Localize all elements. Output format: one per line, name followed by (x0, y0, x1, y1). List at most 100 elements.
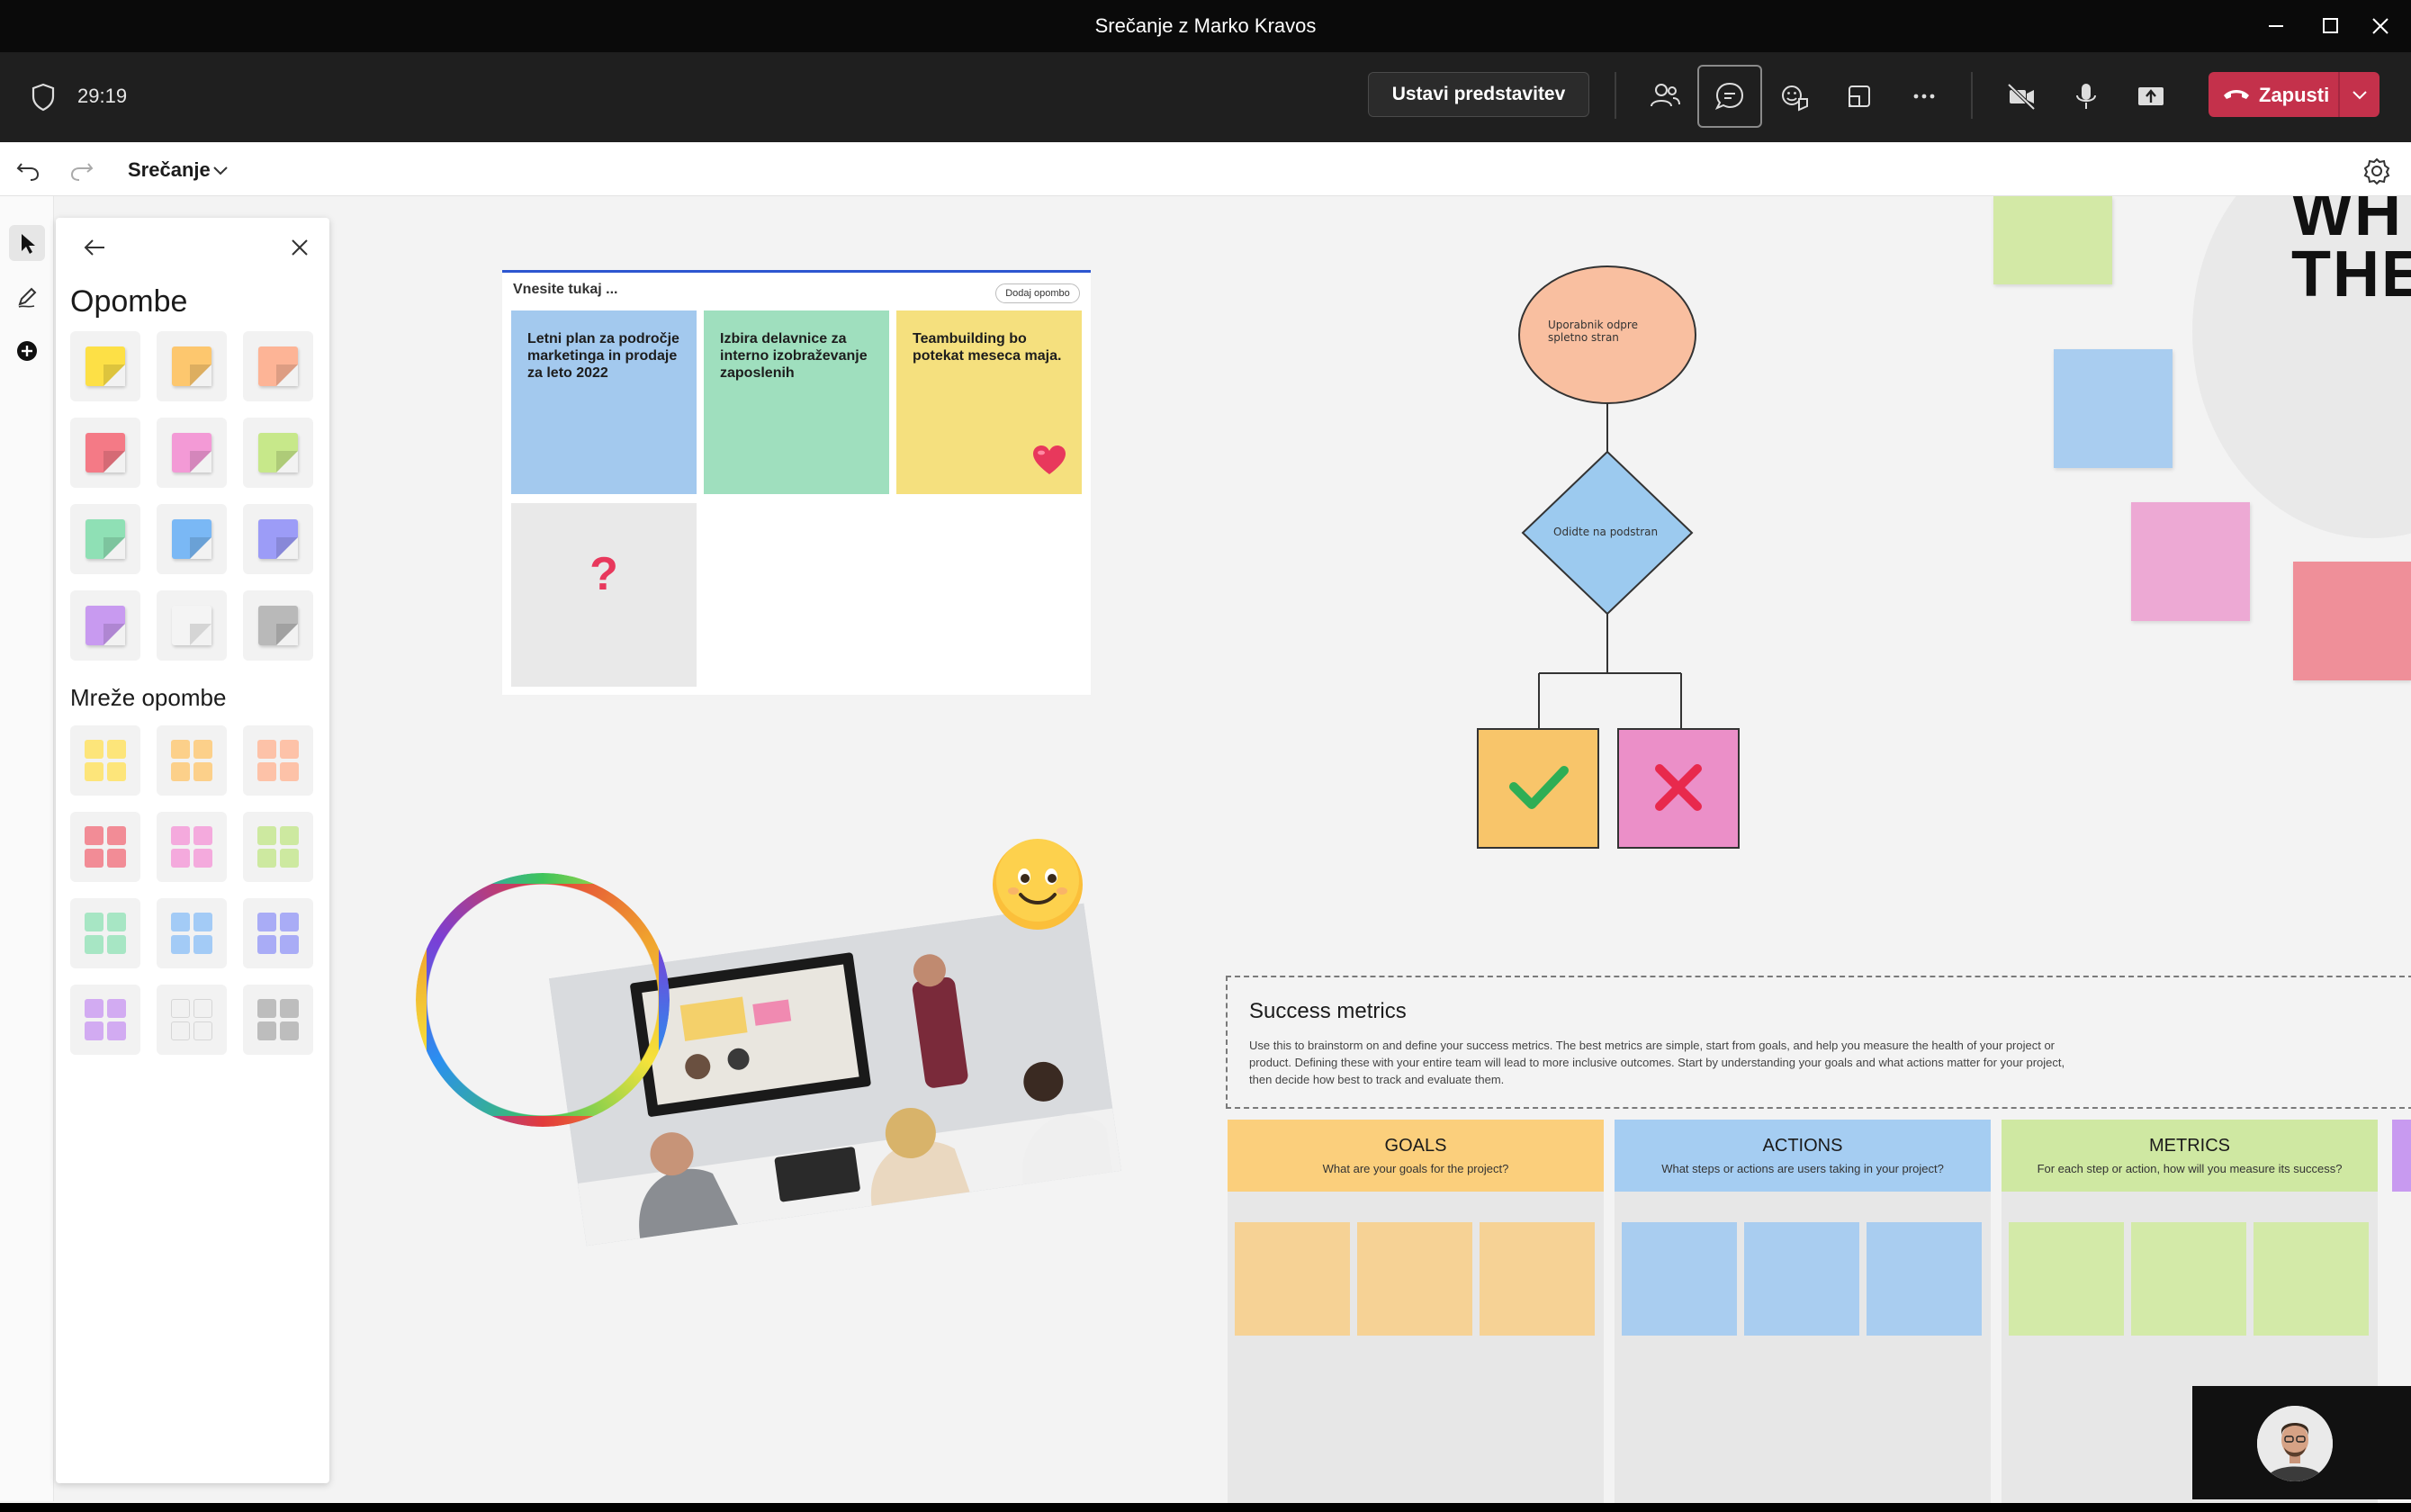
notes-board[interactable]: Vnesite tukaj ... Dodaj opombo Letni pla… (502, 270, 1091, 695)
sticky-note-icon (172, 346, 211, 386)
note-grid-swatch[interactable] (243, 898, 313, 968)
people-icon[interactable] (1633, 72, 1697, 121)
note-grid-icon (257, 913, 299, 954)
notes-board-title[interactable]: Vnesite tukaj ... (513, 282, 617, 298)
sticky-note-icon (172, 519, 211, 559)
sticky-note[interactable] (2131, 1222, 2246, 1336)
question-mark-text: ? (589, 548, 618, 600)
sticky-note-icon (85, 519, 125, 559)
stop-presenting-button[interactable]: Ustavi predstavitev (1368, 72, 1589, 117)
note-color-swatch[interactable] (157, 418, 227, 488)
note-grid-swatch[interactable] (157, 812, 227, 882)
meeting-toolbar: 29:19 Ustavi predstavitev Zapusti (0, 52, 2411, 142)
metrics-column[interactable]: ACTIONS What steps or actions are users t… (1615, 1120, 1991, 1503)
add-note-button[interactable]: Dodaj opombo (995, 284, 1080, 303)
note-color-swatch[interactable] (157, 331, 227, 401)
select-tool-icon[interactable] (9, 225, 45, 261)
note-color-swatch[interactable] (70, 590, 140, 661)
note-grid-swatch[interactable] (70, 985, 140, 1055)
sticky-note[interactable] (1993, 196, 2112, 284)
note-color-swatch[interactable] (70, 331, 140, 401)
sticky-note[interactable]: ? (511, 503, 697, 687)
sticky-note[interactable]: Izbira delavnice za interno izobraževanj… (704, 310, 889, 494)
metrics-column-header: GOALS What are your goals for the project… (1228, 1120, 1604, 1192)
note-grid-icon (257, 826, 299, 868)
self-view-tile[interactable] (2192, 1386, 2411, 1499)
add-icon[interactable] (9, 333, 45, 369)
note-color-swatch[interactable] (243, 504, 313, 574)
more-icon[interactable] (1892, 72, 1957, 121)
sticky-note[interactable] (1357, 1222, 1472, 1336)
sticky-note[interactable]: Letni plan za področje marketinga in pro… (511, 310, 697, 494)
note-color-swatch[interactable] (70, 418, 140, 488)
note-color-swatch[interactable] (157, 504, 227, 574)
note-grid-swatch[interactable] (157, 898, 227, 968)
note-color-swatch[interactable] (157, 590, 227, 661)
note-grid-swatch[interactable] (243, 985, 313, 1055)
toolbar-divider (1971, 72, 1973, 119)
close-window-icon[interactable] (2359, 9, 2402, 43)
sticky-note[interactable]: Teambuilding bo potekat meseca maja. (896, 310, 1082, 494)
notes-panel-title: Opombe (70, 284, 188, 319)
note-grid-swatch[interactable] (243, 725, 313, 796)
undo-icon[interactable] (13, 155, 43, 185)
note-grid-icon (171, 740, 212, 781)
flowchart-shapes (1477, 266, 1740, 849)
chevron-down-icon[interactable] (209, 158, 232, 182)
chevron-down-icon[interactable] (2349, 85, 2371, 104)
sticky-note-text: Izbira delavnice za interno izobraževanj… (720, 331, 868, 381)
pen-tool-icon[interactable] (9, 279, 45, 315)
share-tray-icon[interactable] (2119, 72, 2183, 121)
sticky-note[interactable] (1235, 1222, 1350, 1336)
note-color-swatch[interactable] (243, 590, 313, 661)
whiteboard-header: Srečanje (0, 142, 2411, 196)
sticky-note[interactable] (2131, 502, 2250, 621)
board-name[interactable]: Srečanje (128, 158, 211, 182)
sticky-note[interactable] (1867, 1222, 1982, 1336)
note-color-swatch[interactable] (243, 418, 313, 488)
start-label: Uporabnik odpre spletno stran (1548, 319, 1638, 344)
sticky-note[interactable] (2293, 562, 2411, 680)
note-grid-swatch[interactable] (157, 985, 227, 1055)
sticky-note[interactable] (1622, 1222, 1737, 1336)
rooms-icon[interactable] (1827, 72, 1892, 121)
note-grid-icon (171, 913, 212, 954)
smiley-icon[interactable] (990, 837, 1085, 932)
redo-icon[interactable] (67, 155, 97, 185)
note-grid-icon (257, 999, 299, 1040)
note-color-swatch[interactable] (243, 331, 313, 401)
camera-off-icon[interactable] (1989, 72, 2054, 121)
sticky-note-icon (172, 606, 211, 645)
note-grid-swatch[interactable] (70, 898, 140, 968)
note-grid-icon (171, 999, 212, 1040)
gear-icon[interactable] (2361, 155, 2393, 187)
sticky-note[interactable] (2009, 1222, 2124, 1336)
flowchart[interactable]: Uporabnik odpre spletno stran Odidte na … (1458, 250, 1746, 898)
sticky-note[interactable] (2254, 1222, 2369, 1336)
note-grid-icon (85, 999, 126, 1040)
note-color-swatch[interactable] (70, 504, 140, 574)
success-metrics-box[interactable]: Success metrics Use this to brainstorm o… (1226, 976, 2411, 1109)
reactions-icon[interactable] (1762, 72, 1827, 121)
whiteboard-canvas[interactable]: Opombe Mreže opombe Vnesite tukaj ... Do… (0, 196, 2411, 1503)
note-grid-swatch[interactable] (70, 812, 140, 882)
note-grid-swatch[interactable] (157, 725, 227, 796)
note-grid-icon (257, 740, 299, 781)
leave-button[interactable]: Zapusti (2209, 72, 2380, 117)
sticky-note[interactable] (1744, 1222, 1859, 1336)
note-grid-swatch[interactable] (243, 812, 313, 882)
sticky-note[interactable] (1480, 1222, 1595, 1336)
success-metrics-description: Use this to brainstorm on and define you… (1249, 1039, 2065, 1086)
back-arrow-icon[interactable] (79, 232, 110, 263)
sticky-note[interactable] (2054, 349, 2173, 468)
close-icon[interactable] (284, 232, 315, 263)
microphone-icon[interactable] (2054, 72, 2119, 121)
metrics-column[interactable]: GOALS What are your goals for the project… (1228, 1120, 1604, 1503)
leave-split (2338, 72, 2340, 117)
maximize-icon[interactable] (2308, 9, 2352, 43)
sticky-note-text: Letni plan za področje marketinga in pro… (527, 331, 679, 381)
minimize-icon[interactable] (2254, 9, 2298, 43)
rainbow-ring[interactable] (416, 873, 670, 1127)
chat-icon[interactable] (1697, 65, 1762, 128)
note-grid-swatch[interactable] (70, 725, 140, 796)
